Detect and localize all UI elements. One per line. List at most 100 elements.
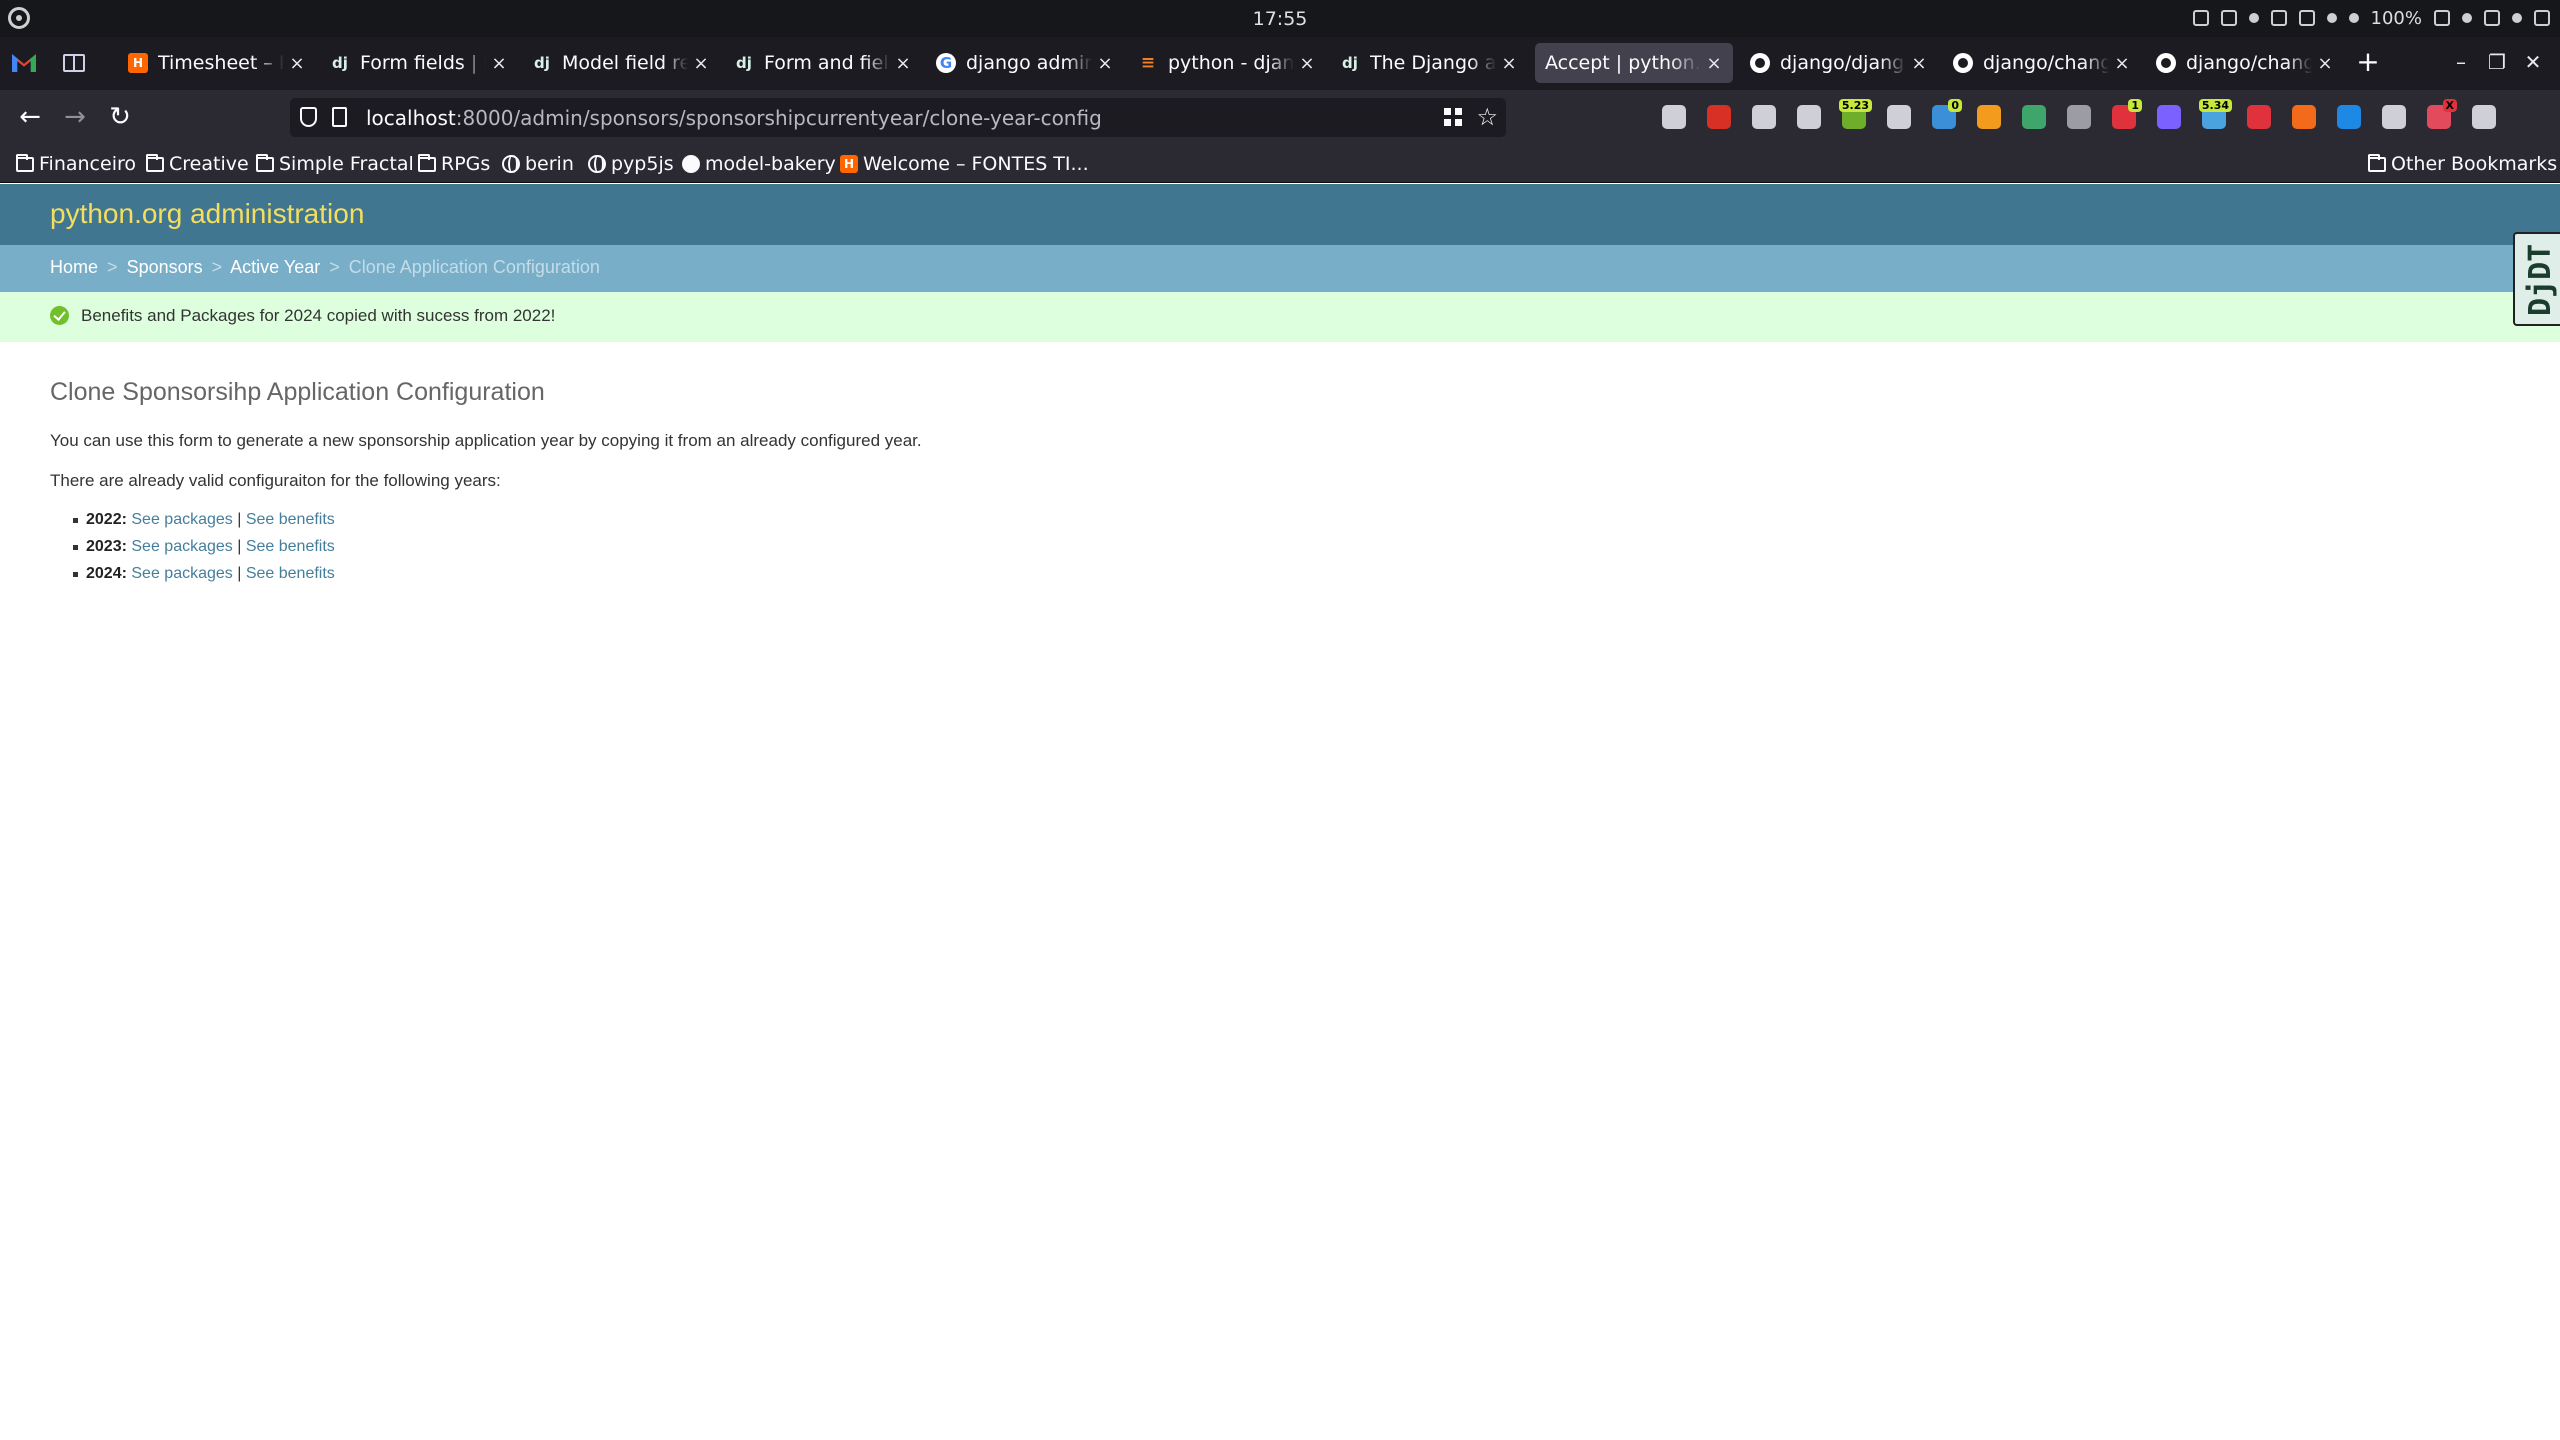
media-tray-icon[interactable] [2248, 13, 2259, 23]
bluetooth-icon[interactable] [2484, 10, 2500, 26]
browser-extension-icon[interactable] [2067, 105, 2091, 129]
browser-extension-icon[interactable] [2337, 105, 2361, 129]
browser-extension-icon[interactable] [1662, 105, 1686, 129]
folder-icon [146, 153, 164, 172]
bookmark-item[interactable]: H Welcome – FONTES TI... [840, 152, 1089, 176]
os-clock[interactable]: 17:55 [1230, 8, 1330, 30]
wifi-tray-icon[interactable] [2348, 13, 2359, 23]
close-window-button[interactable]: ✕ [2521, 51, 2545, 75]
bookmark-item[interactable]: Financeiro [16, 152, 136, 176]
tab-title: Form and field [764, 52, 890, 74]
tracking-protection-icon[interactable] [300, 107, 317, 127]
browser-extension-icon[interactable] [1752, 105, 1776, 129]
restore-window-button[interactable]: ❐ [2485, 51, 2509, 75]
other-bookmarks-folder[interactable]: Other Bookmarks [2368, 152, 2557, 176]
breadcrumb-sponsors[interactable]: Sponsors [127, 257, 203, 277]
back-button[interactable]: ← [14, 102, 46, 134]
browser-tab[interactable]: H Timesheet – Py× [118, 43, 316, 83]
browser-extension-icon[interactable] [2292, 105, 2316, 129]
battery-icon[interactable] [2434, 10, 2450, 26]
bookmark-item[interactable]: pyp5js [588, 152, 674, 176]
browser-extension-icon[interactable]: 0 [1932, 99, 1962, 129]
see-packages-link[interactable]: See packages [131, 565, 232, 582]
see-benefits-link[interactable]: See benefits [246, 538, 335, 555]
tab-title: Accept | python.o [1545, 52, 1701, 74]
close-tab-icon[interactable]: × [2316, 53, 2334, 74]
so-favicon-icon: ≡ [1140, 53, 1156, 73]
browser-tab[interactable]: Gdjango admin c× [926, 43, 1124, 83]
clipboard-tray-icon[interactable] [2270, 10, 2287, 26]
browser-tab[interactable]: django/django/× [1740, 43, 1938, 83]
browser-extension-icon[interactable] [1887, 105, 1911, 129]
bookmark-item[interactable]: RPGs [418, 152, 490, 176]
see-packages-link[interactable]: See packages [131, 511, 232, 528]
browser-tab[interactable]: django/change× [1943, 43, 2141, 83]
bookmark-item[interactable]: Creative [146, 152, 249, 176]
close-tab-icon[interactable]: × [1096, 53, 1114, 74]
logout-icon[interactable] [2534, 10, 2550, 26]
bookmark-item[interactable]: Simple Fractal [256, 152, 414, 176]
breadcrumb-home[interactable]: Home [50, 257, 98, 277]
browser-tab[interactable]: dj Model field refe× [522, 43, 720, 83]
browser-extension-icon[interactable] [2022, 105, 2046, 129]
browser-tab[interactable]: dj Form fields | D × [320, 43, 518, 83]
close-tab-icon[interactable]: × [1910, 53, 1928, 74]
slack-tray-icon[interactable] [2192, 10, 2209, 26]
files-tray-icon[interactable] [2298, 10, 2315, 26]
minimize-window-button[interactable]: – [2449, 51, 2473, 75]
url-text[interactable]: localhost:8000/admin/sponsors/sponsorshi… [366, 106, 1102, 130]
close-tab-icon[interactable]: × [1298, 53, 1316, 74]
gh-favicon-icon [1953, 53, 1973, 73]
see-packages-link[interactable]: See packages [131, 538, 232, 555]
page-title: Clone Sponsorsihp Application Configurat… [50, 378, 545, 406]
breadcrumb-active-year[interactable]: Active Year [230, 257, 320, 277]
browser-tab[interactable]: dj The Django adr× [1330, 43, 1528, 83]
site-branding[interactable]: python.org administration [50, 198, 364, 230]
gpu-tray-icon[interactable] [2220, 10, 2237, 26]
browser-extension-icon[interactable]: 1 [2112, 99, 2142, 129]
close-tab-icon[interactable]: × [490, 53, 508, 74]
browser-extension-icon[interactable]: 5.23 [1838, 99, 1872, 129]
close-tab-icon[interactable]: × [288, 53, 306, 74]
close-tab-icon[interactable]: × [894, 53, 912, 74]
browser-extension-icon[interactable]: 5.34 [2198, 99, 2232, 129]
see-benefits-link[interactable]: See benefits [246, 511, 335, 528]
extensions-qr-icon[interactable] [1444, 108, 1462, 126]
success-message-text: Benefits and Packages for 2024 copied wi… [81, 306, 556, 325]
browser-tab[interactable]: Accept | python.o × [1535, 43, 1733, 83]
volume-icon[interactable] [2462, 13, 2472, 23]
browser-extension-icon[interactable] [1707, 105, 1731, 129]
bookmark-label: Welcome – FONTES TI... [863, 153, 1089, 175]
browser-tab[interactable]: ≡ python - djang × [1128, 43, 1326, 83]
notifications-tray-icon[interactable] [2326, 13, 2337, 23]
close-tab-icon[interactable]: × [692, 53, 710, 74]
battery-level[interactable]: 100% [2371, 8, 2422, 29]
browser-extension-icon[interactable] [2472, 105, 2496, 129]
browser-extension-icon[interactable] [1977, 105, 2001, 129]
bookmark-item[interactable]: model-bakery [682, 152, 836, 176]
pinned-tab-reader[interactable] [58, 47, 90, 79]
pinned-tab-gmail[interactable] [8, 47, 40, 79]
browser-extension-icon[interactable] [2382, 105, 2406, 129]
django-debug-toolbar-handle[interactable]: DjDT [2513, 232, 2560, 326]
browser-extension-icon[interactable] [1797, 105, 1821, 129]
browser-extension-icon[interactable] [2157, 105, 2181, 129]
bookmark-item[interactable]: berin [502, 152, 574, 176]
bookmark-star-icon[interactable]: ☆ [1476, 103, 1498, 131]
address-bar[interactable]: localhost:8000/admin/sponsors/sponsorshi… [290, 98, 1506, 137]
browser-tab[interactable]: dj Form and field × [724, 43, 922, 83]
browser-extension-icon[interactable]: X [2427, 99, 2457, 129]
forward-button[interactable]: → [59, 102, 91, 134]
reload-button[interactable]: ↻ [104, 102, 136, 134]
close-tab-icon[interactable]: × [1500, 53, 1518, 74]
close-tab-icon[interactable]: × [2113, 53, 2131, 74]
page-info-icon[interactable] [332, 107, 347, 127]
power-icon[interactable] [2512, 13, 2522, 23]
close-tab-icon[interactable]: × [1705, 53, 1723, 74]
os-menu-icon[interactable] [8, 7, 30, 29]
browser-extension-icon[interactable] [2247, 105, 2271, 129]
browser-tab[interactable]: django/change× [2146, 43, 2344, 83]
see-benefits-link[interactable]: See benefits [246, 565, 335, 582]
bookmarks-toolbar: Financeiro Creative Simple Fractal RPGs beri… [0, 145, 2560, 183]
new-tab-button[interactable]: + [2354, 48, 2382, 77]
